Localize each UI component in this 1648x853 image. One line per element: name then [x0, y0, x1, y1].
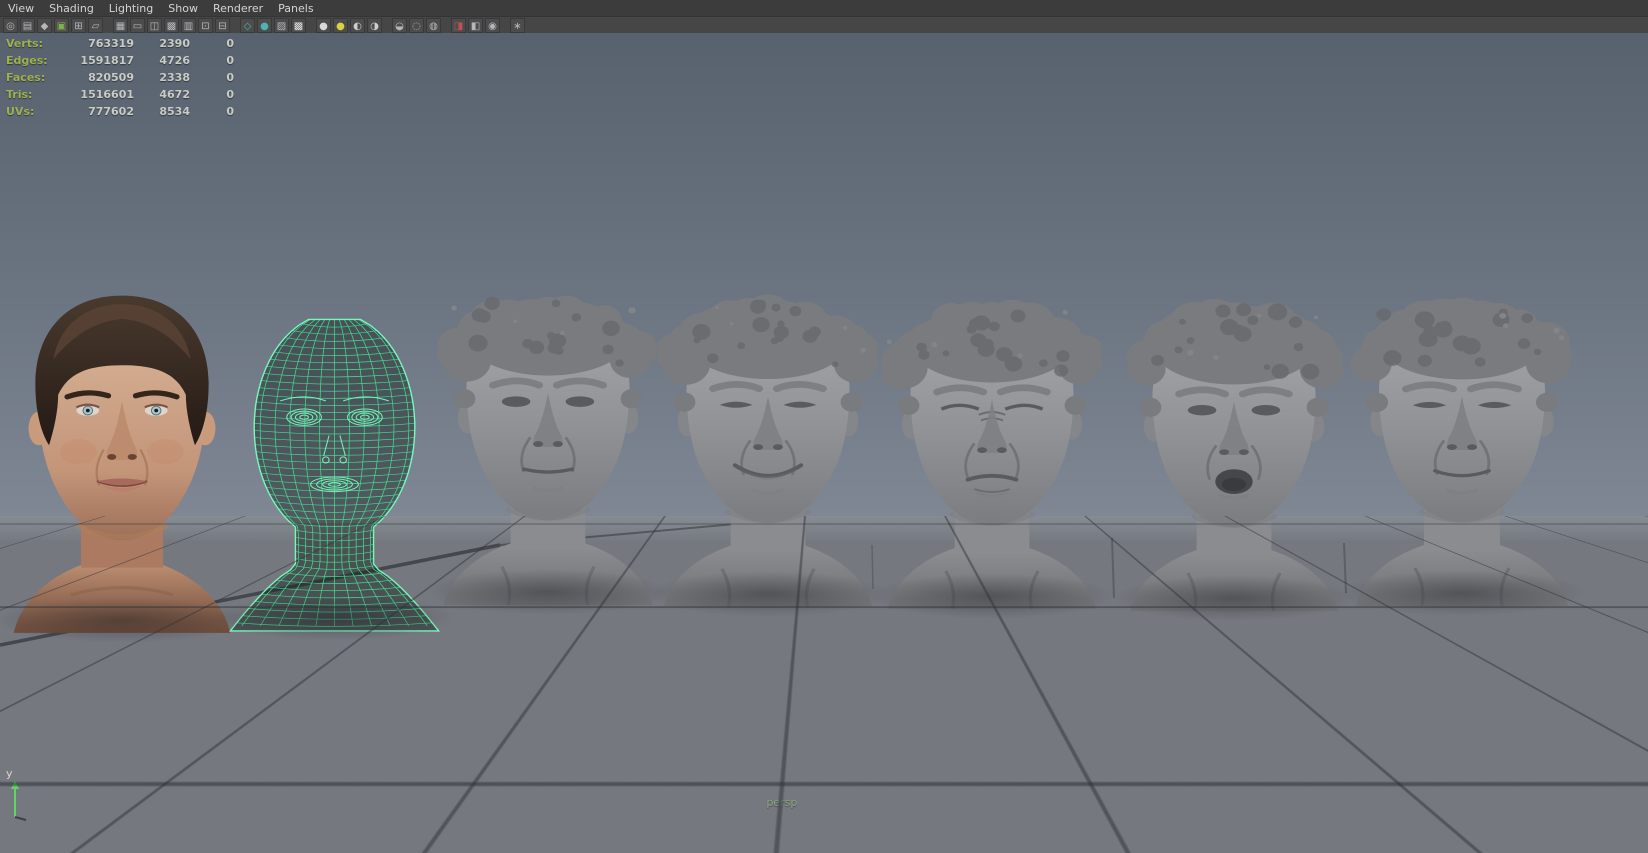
grease-pencil-icon[interactable]: ▱: [88, 18, 103, 33]
gate-mask-icon[interactable]: ▩: [164, 18, 179, 33]
hud-row: Faces:82050923380: [6, 69, 234, 86]
camera-bookmarks-icon[interactable]: ◆: [37, 18, 52, 33]
maya-viewport-panel: View Shading Lighting Show Renderer Panels ◎▤…: [0, 0, 1648, 853]
hud-value-total: 777602: [66, 105, 134, 118]
hud-value-other: 0: [190, 54, 234, 67]
panel-toolbar: ◎▤◆▣⊞▱▦▭◫▩▥⊡⊟◇●▨▩●●◐◑◒◌◍◨◧◉∗: [0, 17, 1648, 34]
hud-value-other: 0: [190, 71, 234, 84]
multisample-icon[interactable]: ◍: [426, 18, 441, 33]
shadows-sphere-icon[interactable]: ◑: [367, 18, 382, 33]
hud-value-other: 0: [190, 88, 234, 101]
camera-attributes-icon[interactable]: ▤: [20, 18, 35, 33]
hud-label: Tris:: [6, 88, 66, 101]
hud-value-selected: 4726: [134, 54, 190, 67]
scan-head-neutral[interactable]: [438, 285, 658, 607]
menu-item-view[interactable]: View: [5, 2, 37, 15]
head-shadow: [213, 595, 456, 641]
textured-display-icon[interactable]: ▨: [274, 18, 289, 33]
safe-action-icon[interactable]: ⊡: [198, 18, 213, 33]
wireframe-display-icon[interactable]: ◇: [240, 18, 255, 33]
hud-label: UVs:: [6, 105, 66, 118]
select-camera-icon[interactable]: ◎: [3, 18, 18, 33]
menu-item-panels[interactable]: Panels: [275, 2, 316, 15]
hud-row: Verts:76331923900: [6, 35, 234, 52]
shaded-display-icon[interactable]: ●: [257, 18, 272, 33]
hud-value-selected: 4672: [134, 88, 190, 101]
hud-label: Faces:: [6, 71, 66, 84]
hud-row: Edges:159181747260: [6, 52, 234, 69]
scan-head-smile[interactable]: [658, 289, 878, 609]
hud-value-total: 1516601: [66, 88, 134, 101]
head-shadow: [1337, 570, 1588, 616]
menu-item-shading[interactable]: Shading: [46, 2, 97, 15]
textured-head-render: [8, 283, 236, 635]
grid-toggle-icon[interactable]: ▦: [113, 18, 128, 33]
head-shadow: [1111, 575, 1357, 621]
hud-row: Tris:151660146720: [6, 86, 234, 103]
panel-menu-bar: View Shading Lighting Show Renderer Panels: [0, 0, 1648, 17]
hud-value-selected: 2338: [134, 71, 190, 84]
wireframe-head-render: [226, 293, 443, 633]
scan-head-scrunch[interactable]: [882, 293, 1102, 611]
motion-blur-icon[interactable]: ◌: [409, 18, 424, 33]
lights-sphere-icon[interactable]: ◐: [350, 18, 365, 33]
heads-up-display: Verts:76331923900Edges:159181747260Faces…: [6, 35, 234, 120]
two-d-pan-zoom-icon[interactable]: ⊞: [71, 18, 86, 33]
hud-value-total: 820509: [66, 71, 134, 84]
hud-value-selected: 2390: [134, 37, 190, 50]
axis-y-label: y: [6, 767, 13, 780]
hud-value-other: 0: [190, 37, 234, 50]
field-chart-icon[interactable]: ▥: [181, 18, 196, 33]
textured-head[interactable]: [8, 283, 236, 635]
head-shadow: [425, 569, 671, 615]
default-material-sphere-icon[interactable]: ●: [316, 18, 331, 33]
scan-head-neutral-render: [438, 285, 658, 607]
color-key-icon[interactable]: ●: [333, 18, 348, 33]
isolate-select-icon[interactable]: ◨: [451, 18, 466, 33]
hud-value-total: 1591817: [66, 54, 134, 67]
resolution-gate-icon[interactable]: ◫: [147, 18, 162, 33]
image-plane-icon[interactable]: ▣: [54, 18, 69, 33]
safe-title-icon[interactable]: ⊟: [215, 18, 230, 33]
hud-value-total: 763319: [66, 37, 134, 50]
share-icon[interactable]: ∗: [510, 18, 525, 33]
scan-head-open-render: [1124, 295, 1344, 613]
head-shadow: [869, 573, 1115, 619]
view-axis-indicator: y: [4, 769, 40, 821]
hud-value-other: 0: [190, 105, 234, 118]
scan-head-wink-render: [1350, 290, 1574, 608]
screen-space-ao-icon[interactable]: ◒: [392, 18, 407, 33]
hud-label: Edges:: [6, 54, 66, 67]
hud-value-selected: 8534: [134, 105, 190, 118]
menu-item-renderer[interactable]: Renderer: [210, 2, 266, 15]
film-gate-icon[interactable]: ▭: [130, 18, 145, 33]
menu-item-lighting[interactable]: Lighting: [106, 2, 156, 15]
viewport[interactable]: Verts:76331923900Edges:159181747260Faces…: [0, 33, 1648, 853]
checkered-material-icon[interactable]: ▩: [291, 18, 306, 33]
x-ray-icon[interactable]: ◧: [468, 18, 483, 33]
scan-head-wink[interactable]: [1350, 290, 1574, 608]
wireframe-head[interactable]: [226, 293, 443, 633]
scan-head-scrunch-render: [882, 293, 1102, 611]
hud-row: UVs:77760285340: [6, 103, 234, 120]
camera-name-label: persp: [766, 796, 797, 809]
menu-item-show[interactable]: Show: [165, 2, 201, 15]
exposure-icon[interactable]: ◉: [485, 18, 500, 33]
head-shadow: [645, 571, 891, 617]
hud-label: Verts:: [6, 37, 66, 50]
scan-head-open[interactable]: [1124, 295, 1344, 613]
scan-head-smile-render: [658, 289, 878, 609]
